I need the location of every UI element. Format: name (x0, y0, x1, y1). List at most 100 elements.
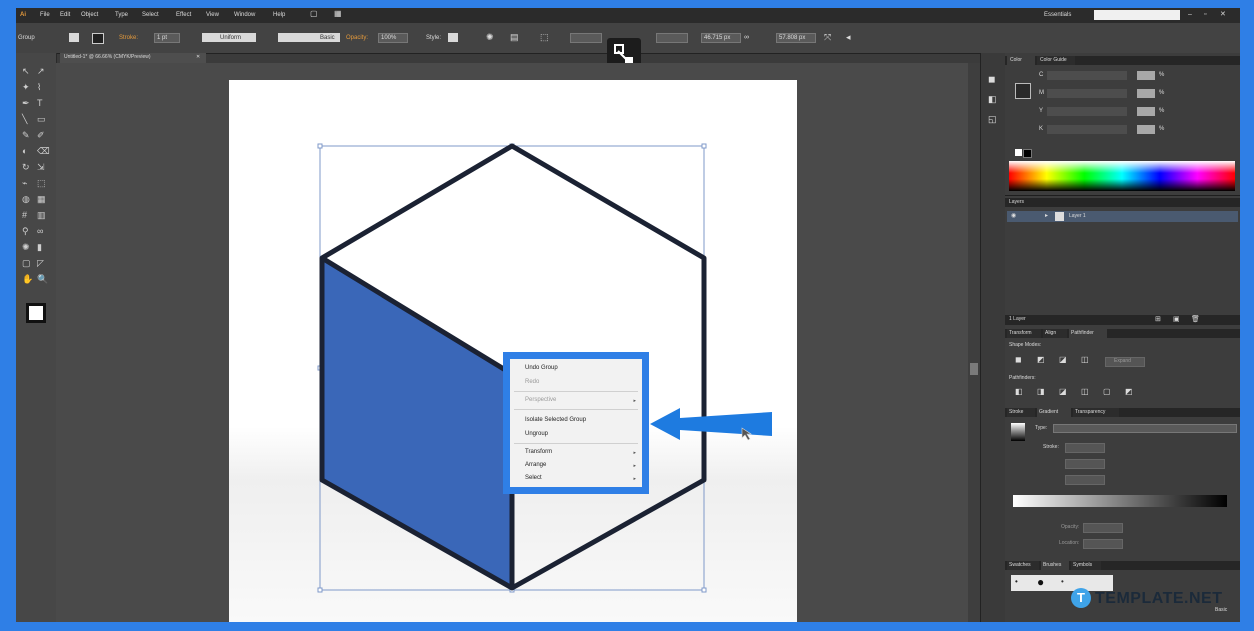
unite-icon[interactable]: ◼ (1015, 356, 1022, 364)
artboard-tool-icon[interactable]: ▢ (22, 259, 31, 268)
transform-options-icon[interactable]: ⤧ (824, 33, 831, 42)
new-sublayer-icon[interactable]: ⊞ (1155, 316, 1161, 323)
pen-tool-icon[interactable]: ✒ (22, 99, 30, 108)
tab-transparency[interactable]: Transparency (1073, 408, 1119, 417)
fill-stroke-tool[interactable] (26, 303, 46, 323)
stroke-swatch[interactable] (92, 33, 104, 44)
menu-view[interactable]: View (206, 12, 219, 18)
width-field[interactable]: 46.715 px (701, 33, 741, 43)
brush-definition[interactable]: Basic (278, 33, 340, 42)
trim-icon[interactable]: ◨ (1037, 388, 1045, 396)
align-icon[interactable]: ▤ (510, 33, 519, 42)
pencil-tool-icon[interactable]: ✐ (37, 131, 45, 140)
divide-icon[interactable]: ◧ (1015, 388, 1023, 396)
tab-swatches[interactable]: Swatches (1007, 561, 1039, 570)
layer-name[interactable]: Layer 1 (1069, 214, 1086, 219)
bbox-handle[interactable] (317, 143, 323, 149)
tab-pathfinder[interactable]: Pathfinder (1069, 329, 1107, 338)
menu-item-select[interactable]: Select (525, 475, 542, 481)
graphic-style-swatch[interactable] (448, 33, 458, 42)
bbox-handle[interactable] (701, 143, 707, 149)
minimize-icon[interactable]: – (1188, 11, 1192, 18)
selection-tool-icon[interactable]: ↖ (22, 67, 30, 76)
paintbrush-tool-icon[interactable]: ✎ (22, 131, 30, 140)
menu-item-perspective[interactable]: Perspective (525, 397, 556, 403)
channel-c-slider[interactable] (1047, 71, 1127, 80)
menu-help[interactable]: Help (273, 12, 285, 18)
menu-select[interactable]: Select (142, 12, 159, 18)
gradient-aspect-field[interactable] (1065, 475, 1105, 485)
white-swatch[interactable] (1015, 149, 1022, 156)
stroke-label[interactable]: Stroke: (119, 35, 138, 41)
gradient-location-field[interactable] (1083, 539, 1123, 549)
cube-left-face[interactable] (322, 258, 512, 588)
delete-layer-icon[interactable]: 🗑 (1191, 316, 1200, 323)
expand-layer-icon[interactable]: ▸ (1045, 213, 1048, 219)
workspace-switcher[interactable]: Essentials (1044, 12, 1071, 18)
crop-icon[interactable]: ◫ (1081, 388, 1089, 396)
x-field[interactable] (570, 33, 602, 43)
channel-y-value[interactable] (1137, 107, 1155, 116)
brush-library-row[interactable]: • ● • (1011, 575, 1113, 591)
intersect-icon[interactable]: ◪ (1059, 356, 1067, 364)
gradient-tool-icon[interactable]: ▥ (37, 211, 46, 220)
bbox-handle[interactable] (317, 587, 323, 593)
free-transform-tool-icon[interactable]: ⬚ (37, 179, 46, 188)
expand-button[interactable]: Expand (1105, 357, 1145, 367)
fill-stroke-indicator[interactable] (1015, 83, 1031, 99)
arrange-documents-icon[interactable]: ▦ (334, 10, 342, 18)
slice-tool-icon[interactable]: ◸ (37, 259, 44, 268)
channel-m-value[interactable] (1137, 89, 1155, 98)
channel-k-value[interactable] (1137, 125, 1155, 134)
isolate-group-icon[interactable]: ◂ (846, 33, 851, 42)
document-tab[interactable]: Untitled-1* @ 66.66% (CMYK/Preview) ✕ (60, 53, 206, 63)
direct-selection-tool-icon[interactable]: ↗ (37, 67, 45, 76)
tab-transform[interactable]: Transform (1007, 329, 1041, 338)
tab-symbols[interactable]: Symbols (1071, 561, 1101, 570)
lasso-tool-icon[interactable]: ⌇ (37, 83, 41, 92)
width-tool-icon[interactable]: ⌁ (22, 179, 27, 188)
perspective-tool-icon[interactable]: ▦ (37, 195, 46, 204)
menu-effect[interactable]: Effect (176, 12, 191, 18)
tab-align[interactable]: Align (1043, 329, 1067, 338)
brush-dot-medium-icon[interactable]: • (1061, 578, 1064, 586)
bbox-handle[interactable] (701, 587, 707, 593)
outline-icon[interactable]: ▢ (1103, 388, 1111, 396)
vertical-scrollbar[interactable] (968, 63, 980, 622)
recolor-artwork-icon[interactable]: ✺ (486, 33, 494, 42)
brush-dot-large-icon[interactable]: ● (1037, 576, 1044, 588)
menu-type[interactable]: Type (115, 12, 128, 18)
artboard[interactable] (229, 80, 797, 622)
channel-c-value[interactable] (1137, 71, 1155, 80)
scale-tool-icon[interactable]: ⇲ (37, 163, 45, 172)
color-panel-icon[interactable]: ◼ (988, 75, 995, 84)
stroke-weight-field[interactable]: 1 pt (154, 33, 180, 43)
shape-builder-tool-icon[interactable]: ◍ (22, 195, 30, 204)
tab-stroke[interactable]: Stroke (1007, 408, 1035, 417)
opacity-field[interactable]: 100% (378, 33, 408, 43)
artboards-panel-icon[interactable]: ◱ (988, 115, 997, 124)
menu-item-isolate-selected-group[interactable]: Isolate Selected Group (525, 417, 586, 423)
close-tab-icon[interactable]: ✕ (196, 55, 200, 60)
help-search-input[interactable] (1094, 10, 1180, 20)
menu-item-redo[interactable]: Redo (525, 379, 539, 385)
height-field[interactable]: 57.808 px (776, 33, 816, 43)
merge-icon[interactable]: ◪ (1059, 388, 1067, 396)
menu-item-transform[interactable]: Transform (525, 449, 552, 455)
brush-dot-small-icon[interactable]: • (1015, 578, 1018, 586)
scroll-thumb[interactable] (970, 363, 978, 375)
magic-wand-tool-icon[interactable]: ✦ (22, 83, 30, 92)
bridge-icon[interactable]: ▢ (310, 10, 318, 18)
opacity-label[interactable]: Opacity: (346, 35, 368, 41)
exclude-icon[interactable]: ◫ (1081, 356, 1089, 364)
blend-tool-icon[interactable]: ∞ (37, 227, 43, 236)
visibility-eye-icon[interactable]: ◉ (1011, 213, 1016, 219)
menu-item-undo-group[interactable]: Undo Group (525, 365, 558, 371)
minus-front-icon[interactable]: ◩ (1037, 356, 1045, 364)
black-swatch[interactable] (1023, 149, 1032, 158)
channel-k-slider[interactable] (1047, 125, 1127, 134)
tab-brushes[interactable]: Brushes (1041, 561, 1069, 570)
tab-color-guide[interactable]: Color Guide (1037, 56, 1075, 65)
tab-color[interactable]: Color (1007, 56, 1035, 65)
blob-brush-tool-icon[interactable]: ◐ (22, 147, 27, 156)
